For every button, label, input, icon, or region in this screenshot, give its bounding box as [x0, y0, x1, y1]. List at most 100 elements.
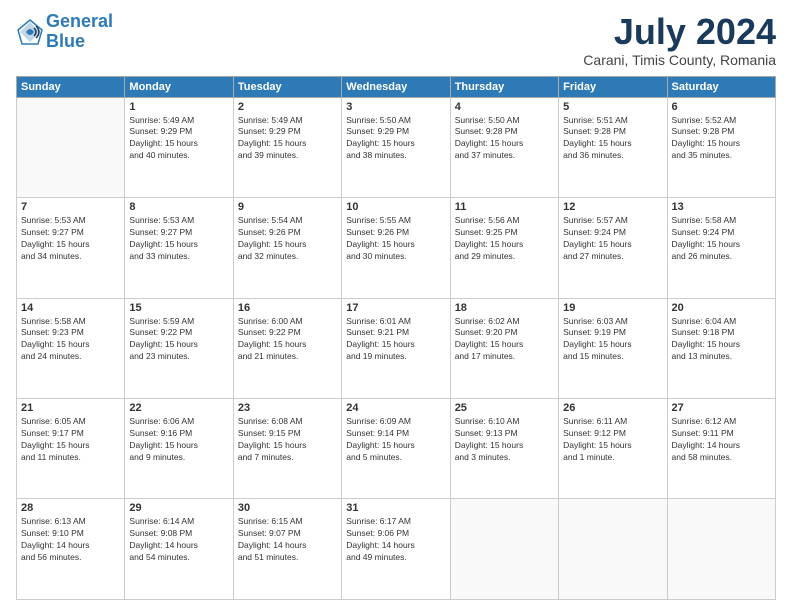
day-cell: 8Sunrise: 5:53 AM Sunset: 9:27 PM Daylig… — [125, 198, 233, 298]
day-cell: 19 Sunrise: 6:03 AM Sunset: 9:19 PM Dayli… — [559, 298, 667, 398]
day-number: 24 — [346, 402, 445, 414]
day-info: Sunrise: 6:04 AM Sunset: 9:18 PM Dayligh… — [672, 316, 771, 364]
day-number: 22 — [129, 402, 228, 414]
day-info: Sunrise: 5:59 AM Sunset: 9:22 PM Dayligh… — [129, 316, 228, 364]
day-number: 25 — [455, 402, 554, 414]
day-cell: 18Sunrise: 6:02 AM Sunset: 9:20 PM Dayli… — [450, 298, 558, 398]
logo: General Blue — [16, 12, 113, 52]
day-number: 3 — [346, 101, 445, 113]
weekday-header-saturday: Saturday — [667, 76, 775, 97]
day-info: Sunrise: 6:10 AM Sunset: 9:13 PM Dayligh… — [455, 416, 554, 464]
day-cell — [559, 499, 667, 600]
day-info: Sunrise: 5:49 AM Sunset: 9:29 PM Dayligh… — [129, 115, 228, 163]
day-number: 13 — [672, 201, 771, 213]
week-row-3: 14 Sunrise: 5:58 AM Sunset: 9:23 PM Dayli… — [17, 298, 776, 398]
day-cell: 6 Sunrise: 5:52 AM Sunset: 9:28 PM Daylig… — [667, 97, 775, 197]
day-number: 15 — [129, 302, 228, 314]
page: General Blue July 2024 Carani, Timis Cou… — [0, 0, 792, 612]
day-cell: 15 Sunrise: 5:59 AM Sunset: 9:22 PM Dayli… — [125, 298, 233, 398]
day-info: Sunrise: 5:50 AM Sunset: 9:28 PM Dayligh… — [455, 115, 554, 163]
day-info: Sunrise: 5:54 AM Sunset: 9:26 PM Dayligh… — [238, 215, 337, 263]
day-number: 21 — [21, 402, 120, 414]
day-cell: 16 Sunrise: 6:00 AM Sunset: 9:22 PM Dayli… — [233, 298, 341, 398]
week-row-4: 21Sunrise: 6:05 AM Sunset: 9:17 PM Dayli… — [17, 399, 776, 499]
week-row-2: 7Sunrise: 5:53 AM Sunset: 9:27 PM Daylig… — [17, 198, 776, 298]
day-cell: 13 Sunrise: 5:58 AM Sunset: 9:24 PM Dayli… — [667, 198, 775, 298]
day-info: Sunrise: 5:57 AM Sunset: 9:24 PM Dayligh… — [563, 215, 662, 263]
day-number: 2 — [238, 101, 337, 113]
day-number: 5 — [563, 101, 662, 113]
header: General Blue July 2024 Carani, Timis Cou… — [16, 12, 776, 68]
weekday-header-monday: Monday — [125, 76, 233, 97]
day-cell: 24 Sunrise: 6:09 AM Sunset: 9:14 PM Dayli… — [342, 399, 450, 499]
day-cell: 5 Sunrise: 5:51 AM Sunset: 9:28 PM Daylig… — [559, 97, 667, 197]
day-number: 27 — [672, 402, 771, 414]
day-number: 29 — [129, 502, 228, 514]
day-cell: 29 Sunrise: 6:14 AM Sunset: 9:08 PM Dayli… — [125, 499, 233, 600]
week-row-1: 1 Sunrise: 5:49 AM Sunset: 9:29 PM Daylig… — [17, 97, 776, 197]
day-number: 31 — [346, 502, 445, 514]
day-info: Sunrise: 5:58 AM Sunset: 9:23 PM Dayligh… — [21, 316, 120, 364]
day-cell: 9 Sunrise: 5:54 AM Sunset: 9:26 PM Daylig… — [233, 198, 341, 298]
day-cell: 27 Sunrise: 6:12 AM Sunset: 9:11 PM Dayli… — [667, 399, 775, 499]
day-info: Sunrise: 6:13 AM Sunset: 9:10 PM Dayligh… — [21, 516, 120, 564]
weekday-header-friday: Friday — [559, 76, 667, 97]
day-info: Sunrise: 6:11 AM Sunset: 9:12 PM Dayligh… — [563, 416, 662, 464]
day-info: Sunrise: 6:03 AM Sunset: 9:19 PM Dayligh… — [563, 316, 662, 364]
day-info: Sunrise: 6:09 AM Sunset: 9:14 PM Dayligh… — [346, 416, 445, 464]
day-number: 9 — [238, 201, 337, 213]
day-number: 11 — [455, 201, 554, 213]
day-info: Sunrise: 5:58 AM Sunset: 9:24 PM Dayligh… — [672, 215, 771, 263]
day-number: 1 — [129, 101, 228, 113]
day-cell: 26 Sunrise: 6:11 AM Sunset: 9:12 PM Dayli… — [559, 399, 667, 499]
logo-icon — [16, 18, 44, 46]
weekday-header-row: SundayMondayTuesdayWednesdayThursdayFrid… — [17, 76, 776, 97]
day-info: Sunrise: 6:17 AM Sunset: 9:06 PM Dayligh… — [346, 516, 445, 564]
month-title: July 2024 — [583, 12, 776, 52]
logo-text-block: General Blue — [46, 12, 113, 52]
day-cell: 30Sunrise: 6:15 AM Sunset: 9:07 PM Dayli… — [233, 499, 341, 600]
day-number: 7 — [21, 201, 120, 213]
day-info: Sunrise: 6:12 AM Sunset: 9:11 PM Dayligh… — [672, 416, 771, 464]
day-info: Sunrise: 6:06 AM Sunset: 9:16 PM Dayligh… — [129, 416, 228, 464]
day-number: 10 — [346, 201, 445, 213]
day-cell: 2 Sunrise: 5:49 AM Sunset: 9:29 PM Daylig… — [233, 97, 341, 197]
day-info: Sunrise: 6:14 AM Sunset: 9:08 PM Dayligh… — [129, 516, 228, 564]
day-number: 23 — [238, 402, 337, 414]
week-row-5: 28 Sunrise: 6:13 AM Sunset: 9:10 PM Dayli… — [17, 499, 776, 600]
day-cell: 3Sunrise: 5:50 AM Sunset: 9:29 PM Daylig… — [342, 97, 450, 197]
day-number: 17 — [346, 302, 445, 314]
day-cell: 7Sunrise: 5:53 AM Sunset: 9:27 PM Daylig… — [17, 198, 125, 298]
day-info: Sunrise: 5:55 AM Sunset: 9:26 PM Dayligh… — [346, 215, 445, 263]
day-cell: 11 Sunrise: 5:56 AM Sunset: 9:25 PM Dayli… — [450, 198, 558, 298]
day-cell: 28 Sunrise: 6:13 AM Sunset: 9:10 PM Dayli… — [17, 499, 125, 600]
day-number: 19 — [563, 302, 662, 314]
day-number: 16 — [238, 302, 337, 314]
day-info: Sunrise: 5:56 AM Sunset: 9:25 PM Dayligh… — [455, 215, 554, 263]
weekday-header-thursday: Thursday — [450, 76, 558, 97]
day-cell: 12Sunrise: 5:57 AM Sunset: 9:24 PM Dayli… — [559, 198, 667, 298]
day-cell: 1 Sunrise: 5:49 AM Sunset: 9:29 PM Daylig… — [125, 97, 233, 197]
day-cell: 22 Sunrise: 6:06 AM Sunset: 9:16 PM Dayli… — [125, 399, 233, 499]
day-cell: 10 Sunrise: 5:55 AM Sunset: 9:26 PM Dayli… — [342, 198, 450, 298]
day-number: 28 — [21, 502, 120, 514]
day-info: Sunrise: 5:49 AM Sunset: 9:29 PM Dayligh… — [238, 115, 337, 163]
day-info: Sunrise: 6:08 AM Sunset: 9:15 PM Dayligh… — [238, 416, 337, 464]
weekday-header-tuesday: Tuesday — [233, 76, 341, 97]
day-number: 20 — [672, 302, 771, 314]
day-number: 6 — [672, 101, 771, 113]
day-cell: 17Sunrise: 6:01 AM Sunset: 9:21 PM Dayli… — [342, 298, 450, 398]
day-number: 4 — [455, 101, 554, 113]
day-cell: 21Sunrise: 6:05 AM Sunset: 9:17 PM Dayli… — [17, 399, 125, 499]
logo-text: General Blue — [46, 12, 113, 52]
day-cell: 31 Sunrise: 6:17 AM Sunset: 9:06 PM Dayli… — [342, 499, 450, 600]
day-info: Sunrise: 6:00 AM Sunset: 9:22 PM Dayligh… — [238, 316, 337, 364]
weekday-header-sunday: Sunday — [17, 76, 125, 97]
title-block: July 2024 Carani, Timis County, Romania — [583, 12, 776, 68]
day-cell: 4 Sunrise: 5:50 AM Sunset: 9:28 PM Daylig… — [450, 97, 558, 197]
day-info: Sunrise: 5:51 AM Sunset: 9:28 PM Dayligh… — [563, 115, 662, 163]
calendar-table: SundayMondayTuesdayWednesdayThursdayFrid… — [16, 76, 776, 600]
day-info: Sunrise: 5:52 AM Sunset: 9:28 PM Dayligh… — [672, 115, 771, 163]
day-number: 14 — [21, 302, 120, 314]
day-number: 26 — [563, 402, 662, 414]
